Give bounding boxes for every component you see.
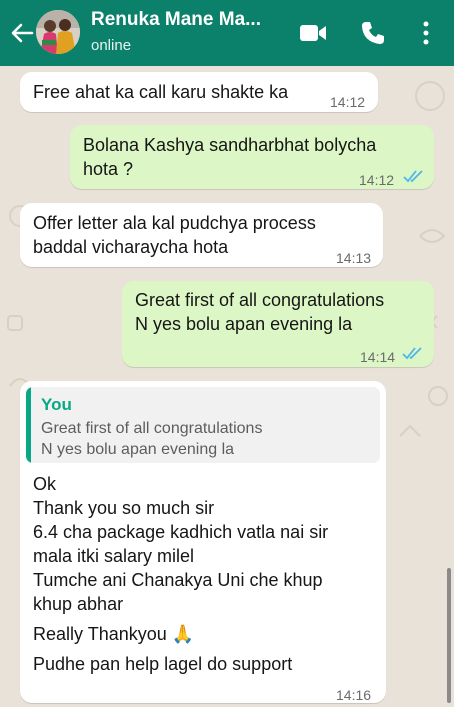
message-bubble-outgoing[interactable]: Great first of all congratulations N yes… <box>122 281 434 367</box>
message-text-line: Great first of all congratulations <box>135 290 385 310</box>
message-text-line: Bolana Kashya sandharbhat bolycha <box>83 135 377 155</box>
read-ticks-icon <box>403 170 423 183</box>
message-text-line: Tumche ani Chanakya Uni che khup <box>33 570 323 590</box>
message-time: 14:13 <box>336 250 372 266</box>
voice-call-icon[interactable] <box>360 20 386 46</box>
message-text-line: khup abhar <box>33 594 124 614</box>
message-text-line: 6.4 cha package kadhich vatla nai sir <box>33 522 329 542</box>
contact-name[interactable]: Renuka Mane Ma... <box>91 9 261 31</box>
video-call-icon[interactable] <box>298 20 328 46</box>
message-text-line: hota ? <box>83 159 134 179</box>
contact-status: online <box>91 37 132 54</box>
message-bubble-incoming-reply[interactable]: You Great first of all congratulations N… <box>20 381 386 703</box>
message-text-line: Thank you so much sir <box>33 498 215 518</box>
message-text-line: mala itki salary milel <box>33 546 195 566</box>
avatar[interactable] <box>36 10 80 54</box>
message-text: Free ahat ka call karu shakte ka <box>33 82 289 102</box>
message-time: 14:16 <box>336 687 372 703</box>
quoted-text-line: Great first of all congratulations <box>41 420 263 437</box>
message-bubble-outgoing[interactable]: Bolana Kashya sandharbhat bolycha hota ?… <box>70 125 434 189</box>
read-ticks-icon <box>402 347 422 360</box>
message-text-line: Pudhe pan help lagel do support <box>33 654 293 674</box>
quoted-author: You <box>41 395 72 414</box>
quoted-text-line: N yes bolu apan evening la <box>41 441 235 458</box>
message-time: 14:14 <box>360 349 396 365</box>
message-text-line: baddal vicharaycha hota <box>33 237 229 257</box>
message-text-line: Ok <box>33 474 57 494</box>
message-text-line: Really Thankyou 🙏 <box>33 624 195 644</box>
more-options-icon[interactable] <box>420 20 432 46</box>
message-bubble-incoming[interactable]: Offer letter ala kal pudchya process bad… <box>20 203 383 267</box>
quote-accent-bar <box>26 387 31 463</box>
message-text-line: N yes bolu apan evening la <box>135 314 353 334</box>
chat-header: Renuka Mane Ma... online <box>0 0 454 66</box>
message-text-line: Offer letter ala kal pudchya process <box>33 213 316 233</box>
message-time: 14:12 <box>330 94 366 110</box>
scrollbar-thumb[interactable] <box>447 568 451 703</box>
message-bubble-incoming[interactable]: Free ahat ka call karu shakte ka 14:12 <box>20 72 378 112</box>
back-arrow-icon[interactable] <box>8 19 36 47</box>
quoted-message[interactable]: You Great first of all congratulations N… <box>26 387 380 463</box>
message-time: 14:12 <box>359 172 395 188</box>
